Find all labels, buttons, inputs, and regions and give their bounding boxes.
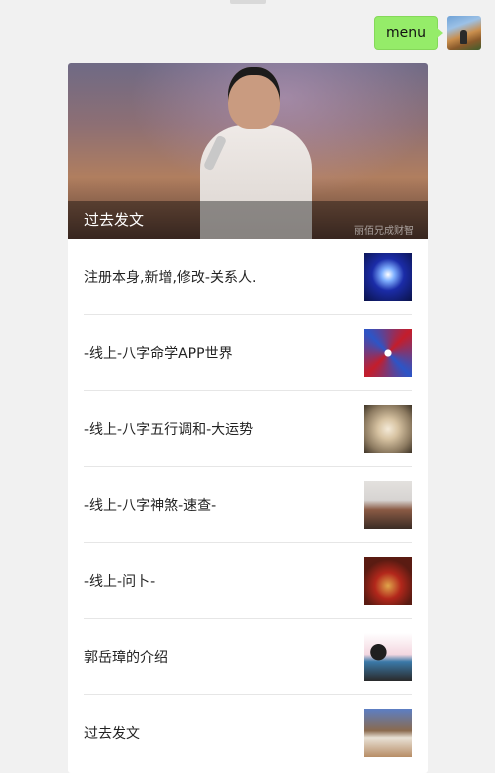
article-item[interactable]: 注册本身,新增,修改-关系人. [84,239,412,315]
user-avatar[interactable] [447,16,481,50]
message-bubble[interactable]: menu [374,16,443,50]
zodiac-thumbnail [364,252,412,301]
cover-person-head [228,67,280,129]
mandala-thumbnail [364,328,412,377]
article-title: 过去发文 [84,726,140,742]
article-title: -线上-八字五行调和-大运势 [84,421,254,438]
chandelier-thumbnail [364,404,412,453]
room-thumbnail [364,480,412,529]
article-list: 注册本身,新增,修改-关系人. -线上-八字命学APP世界 -线上-八字五行调和… [68,239,428,771]
cover-watermark: 丽佰兄成财智 [354,226,414,237]
article-item[interactable]: -线上-八字神煞-速查- [84,467,412,543]
article-title: -线上-问卜- [84,573,156,590]
article-card: 过去发文 丽佰兄成财智 注册本身,新增,修改-关系人. -线上-八字命学APP世… [68,63,428,773]
portrait-thumbnail [364,632,412,681]
cover-article[interactable]: 过去发文 丽佰兄成财智 [68,63,428,239]
message-text: menu [386,25,426,41]
article-title: -线上-八字神煞-速查- [84,497,217,514]
article-item[interactable]: -线上-八字五行调和-大运势 [84,391,412,467]
speaker-thumbnail [364,709,412,757]
article-item[interactable]: -线上-问卜- [84,543,412,619]
top-handle [230,0,266,4]
article-title: 郭岳璋的介绍 [84,649,168,666]
outgoing-message-row: menu [374,16,481,50]
article-title: -线上-八字命学APP世界 [84,345,233,362]
article-title: 注册本身,新增,修改-关系人. [84,269,257,286]
article-item[interactable]: -线上-八字命学APP世界 [84,315,412,391]
article-item[interactable]: 过去发文 [84,695,412,771]
table-thumbnail [364,556,412,605]
article-item[interactable]: 郭岳璋的介绍 [84,619,412,695]
